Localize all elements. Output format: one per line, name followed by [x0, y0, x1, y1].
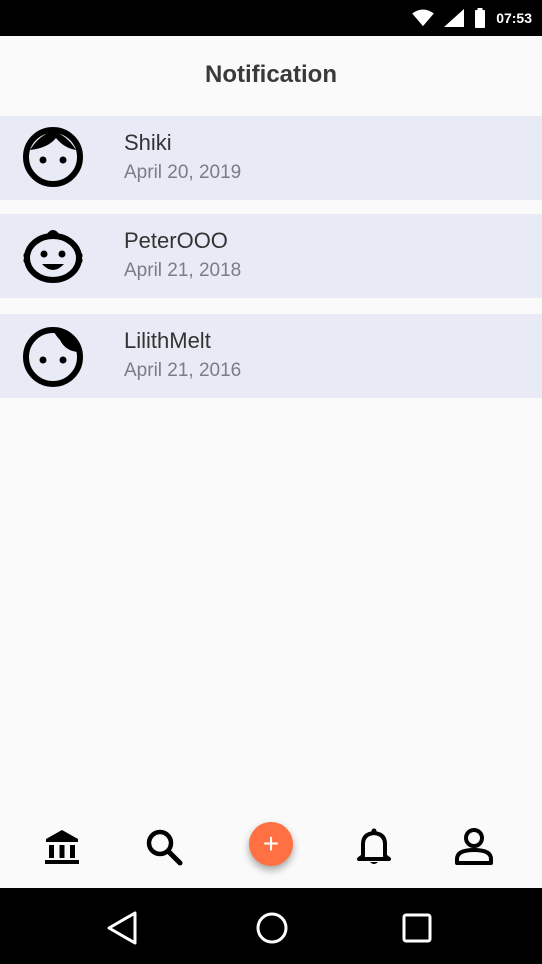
notification-date: April 20, 2019: [124, 162, 242, 183]
nav-bank-button[interactable]: [39, 824, 85, 870]
add-button[interactable]: +: [249, 822, 293, 866]
recents-icon: [402, 913, 432, 943]
wifi-icon: [412, 9, 434, 27]
face-icon: [23, 127, 83, 187]
notification-item[interactable]: LilithMelt April 21, 2016: [0, 314, 542, 398]
back-icon: [107, 911, 137, 945]
bottom-navigation: +: [0, 808, 542, 888]
notification-date: April 21, 2016: [124, 360, 242, 381]
search-icon: [146, 829, 183, 866]
system-home-button[interactable]: [252, 908, 292, 948]
cell-signal-icon: [444, 9, 465, 27]
status-bar: 07:53: [0, 0, 542, 36]
notification-name: LilithMelt: [124, 328, 211, 353]
add-icon: +: [262, 828, 280, 859]
notification-name: PeterOOO: [124, 228, 228, 253]
bell-icon: [357, 828, 391, 864]
home-icon: [256, 912, 288, 944]
notification-date: April 21, 2018: [124, 260, 242, 281]
notification-item[interactable]: PeterOOO April 21, 2018: [0, 214, 542, 298]
system-recents-button[interactable]: [397, 908, 437, 948]
nav-search-button[interactable]: [141, 824, 187, 870]
nav-profile-button[interactable]: [451, 824, 497, 870]
status-time: 07:53: [496, 10, 532, 26]
face-side-hair-icon: [23, 327, 83, 387]
header: Notification: [0, 36, 542, 114]
system-back-button[interactable]: [102, 908, 142, 948]
person-icon: [455, 828, 493, 865]
page-title: Notification: [205, 61, 337, 88]
nav-notifications-button[interactable]: [351, 824, 397, 870]
notification-name: Shiki: [124, 130, 172, 155]
baby-face-icon: [23, 230, 83, 283]
system-navigation-bar: [0, 888, 542, 964]
battery-icon: [475, 8, 486, 28]
bank-icon: [45, 830, 79, 864]
notification-item[interactable]: Shiki April 20, 2019: [0, 116, 542, 200]
